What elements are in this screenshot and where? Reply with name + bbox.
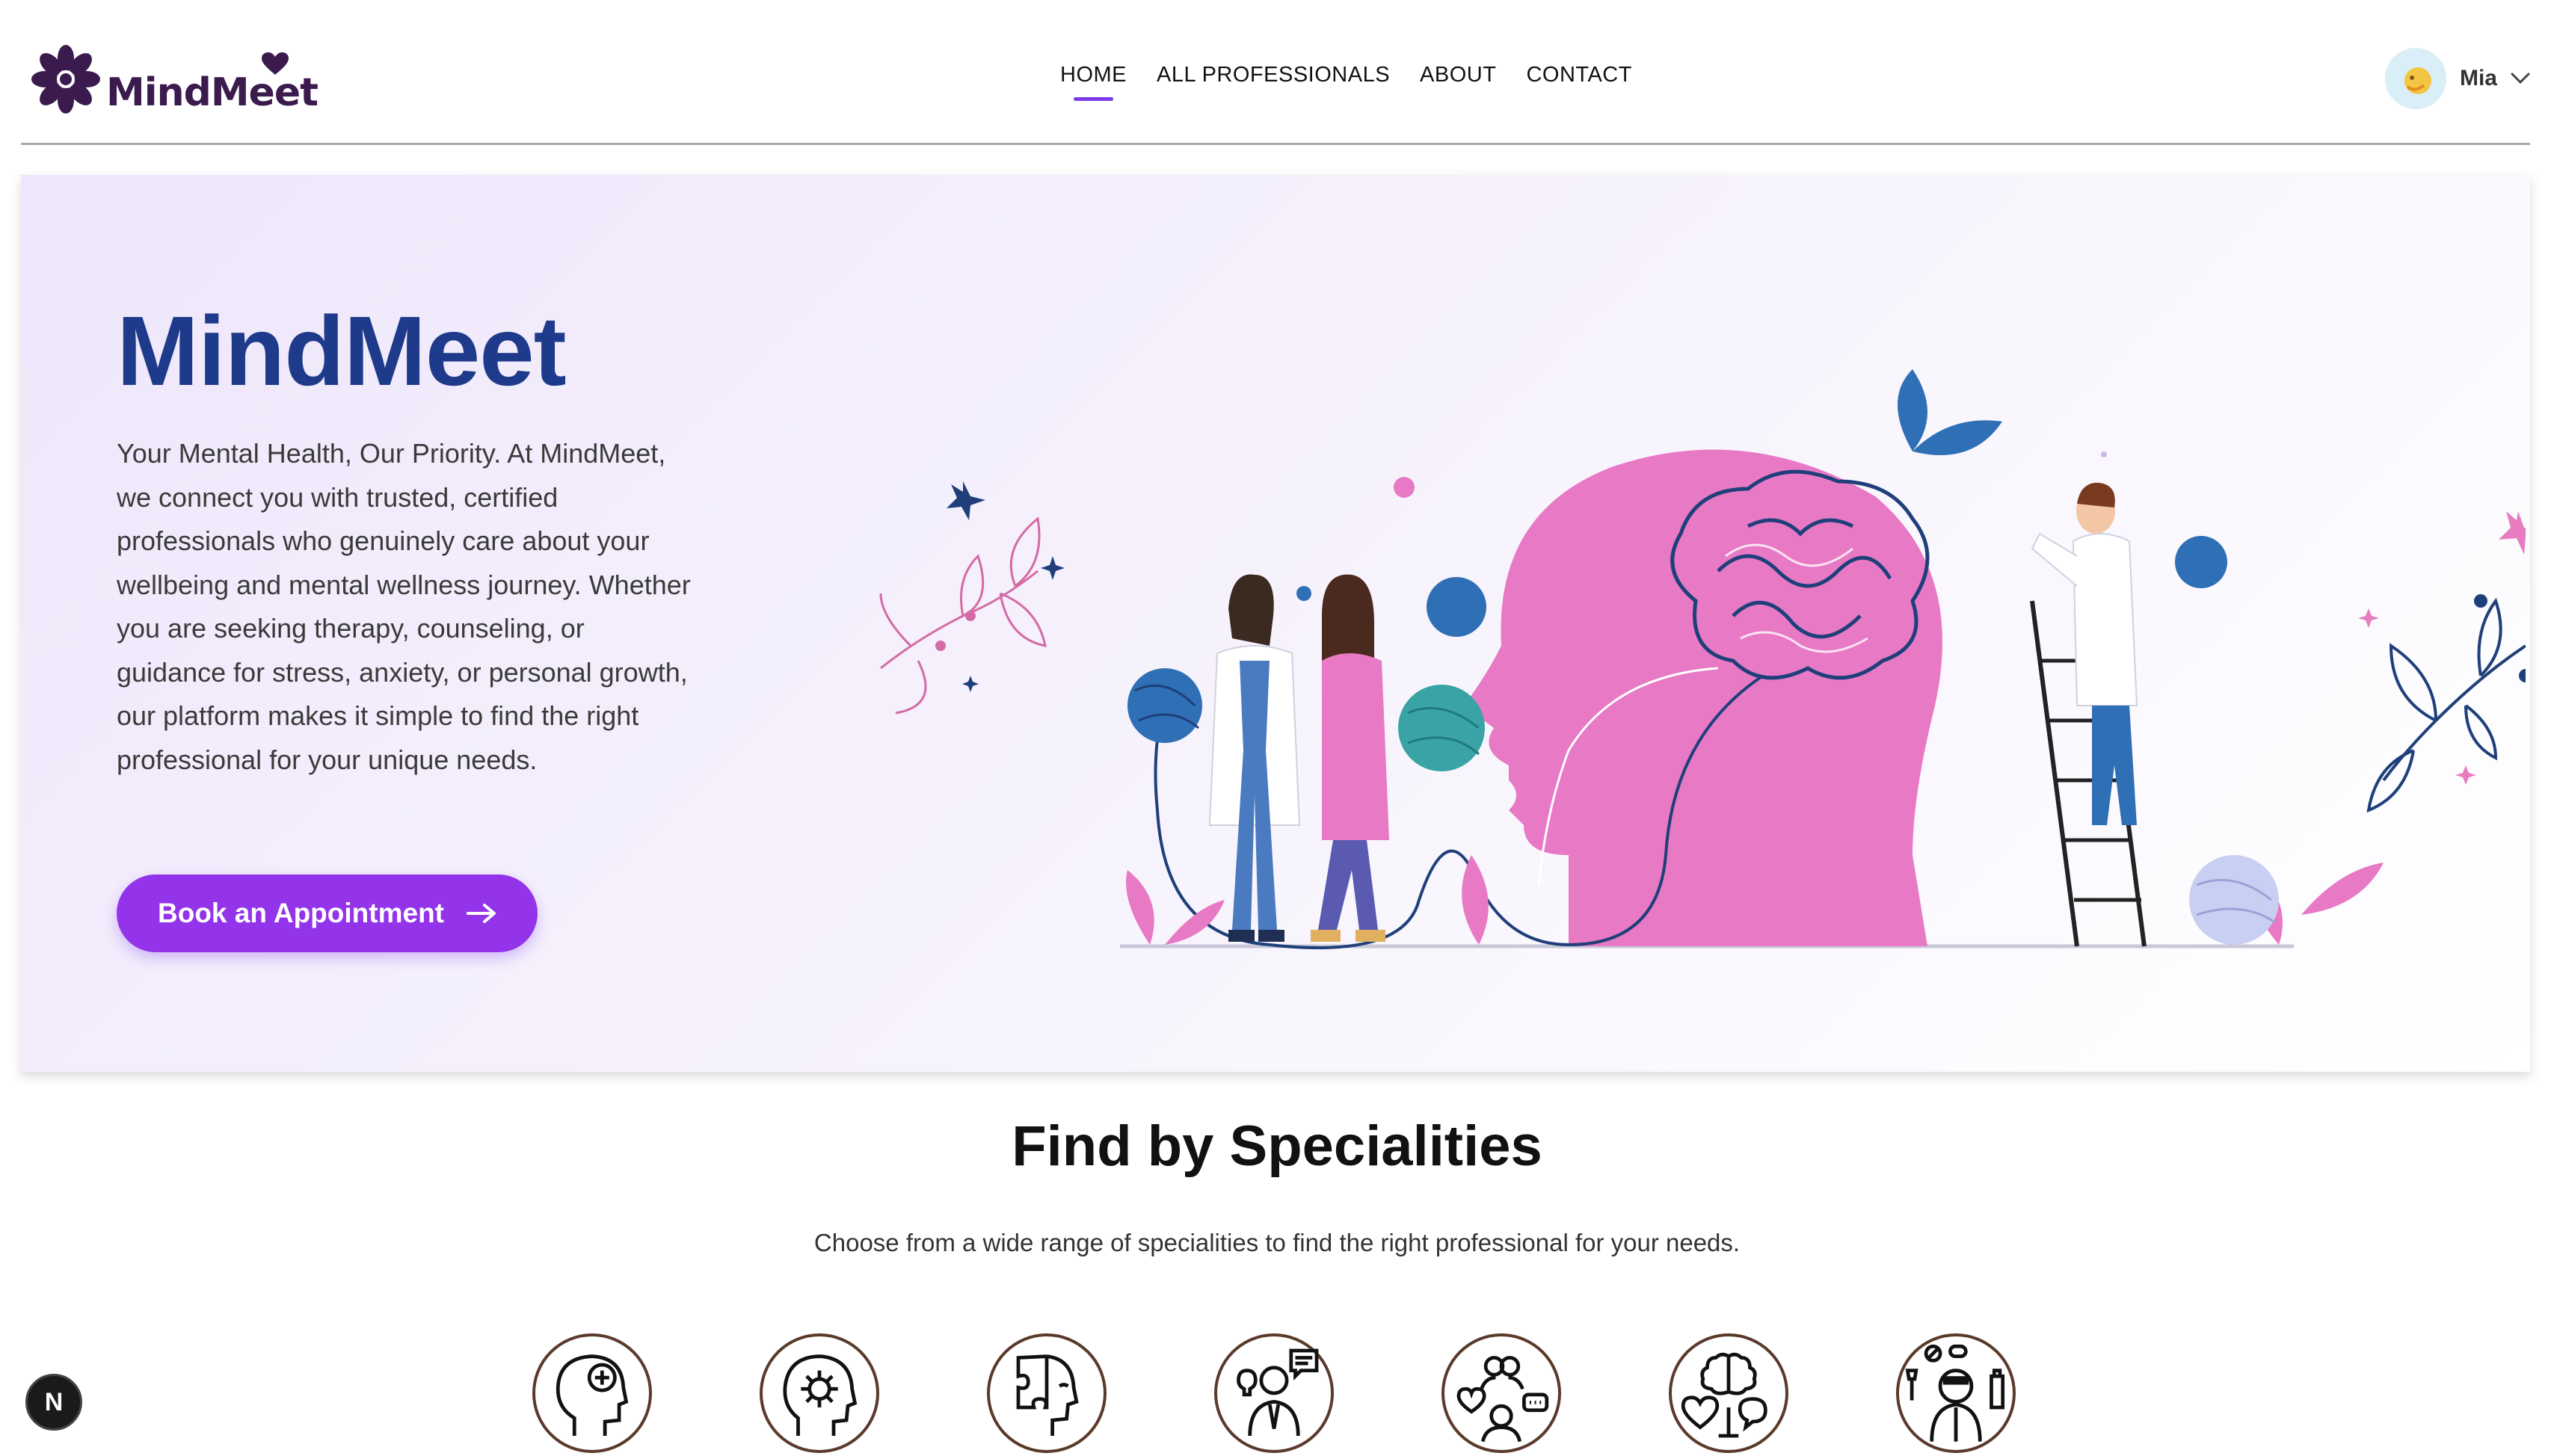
mind-gear-icon[interactable] — [760, 1333, 879, 1453]
nav-home[interactable]: HOME — [1060, 63, 1127, 101]
main-nav: HOME ALL PROFESSIONALS ABOUT CONTACT — [1060, 63, 1632, 101]
user-menu[interactable]: Mia — [2384, 48, 2530, 109]
counselor-icon[interactable] — [1214, 1333, 1334, 1453]
chevron-down-icon — [2511, 73, 2530, 84]
user-name: Mia — [2459, 66, 2497, 90]
specialities-subtitle: Choose from a wide range of specialities… — [813, 1229, 1741, 1256]
book-appointment-label: Book an Appointment — [158, 898, 444, 928]
figure-woman-1 — [1208, 574, 1301, 942]
top-header: MindMeet HOME ALL PROFESSIONALS ABOUT CO… — [21, 0, 2530, 145]
arrow-right-icon — [467, 904, 496, 923]
figure-woman-2 — [1311, 574, 1389, 942]
nav-all-professionals[interactable]: ALL PROFESSIONALS — [1157, 63, 1390, 87]
hero-title: MindMeet — [117, 296, 567, 406]
brand-logo[interactable]: MindMeet — [28, 42, 319, 117]
book-appointment-button[interactable]: Book an Appointment — [117, 874, 538, 952]
badge-label: N — [44, 1387, 64, 1416]
hero-section: MindMeet Your Mental Health, Our Priorit… — [21, 175, 2530, 1072]
right-branch-decoration — [2366, 597, 2526, 813]
avatar — [2384, 48, 2446, 109]
brain-heart-icon[interactable] — [1669, 1333, 1788, 1453]
nav-contact[interactable]: CONTACT — [1526, 63, 1632, 87]
puzzle-head-icon[interactable] — [987, 1333, 1107, 1453]
head-silhouette — [1464, 449, 1942, 946]
figure-man-ladder — [2030, 482, 2147, 947]
addiction-icon[interactable] — [1896, 1333, 2016, 1453]
mind-health-icon[interactable] — [532, 1333, 652, 1453]
specialities-title: Find by Specialities — [1012, 1114, 1542, 1178]
hero-description: Your Mental Health, Our Priority. At Min… — [117, 438, 691, 775]
flower-logo-icon — [31, 45, 100, 114]
heart-icon — [262, 52, 289, 75]
nav-about[interactable]: ABOUT — [1420, 63, 1496, 87]
group-therapy-icon[interactable] — [1441, 1333, 1561, 1453]
next-dev-badge[interactable]: N — [25, 1374, 82, 1431]
specialities-list — [532, 1333, 2016, 1453]
hero-illustration — [879, 369, 2526, 949]
brand-name: MindMeet — [106, 70, 319, 115]
